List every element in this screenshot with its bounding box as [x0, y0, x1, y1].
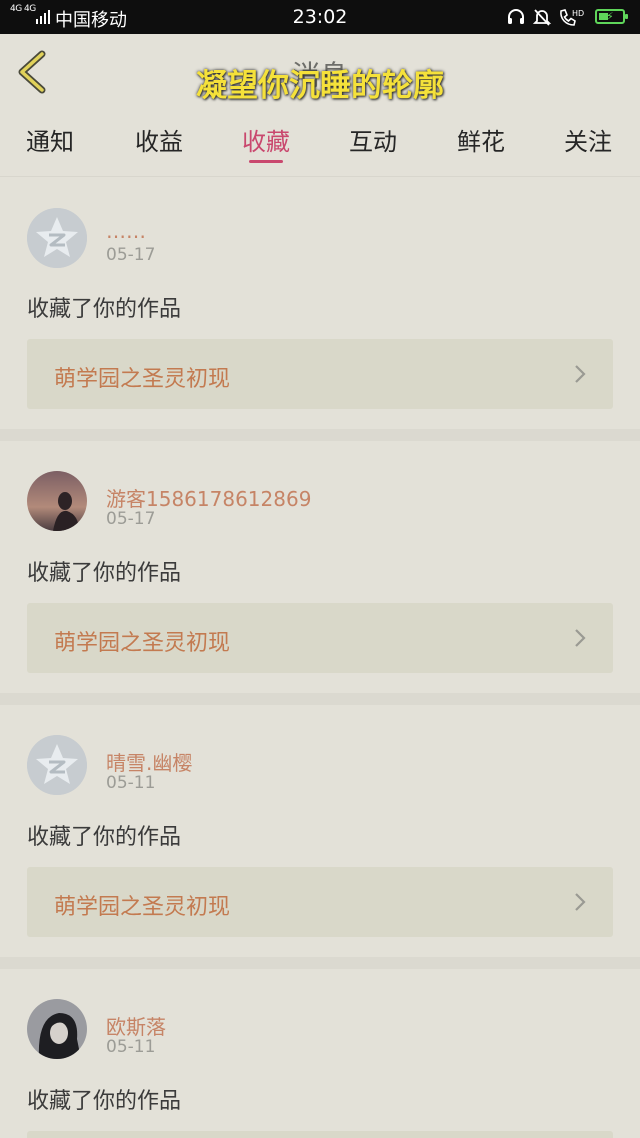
divider [0, 693, 640, 705]
username[interactable]: …… [106, 219, 146, 243]
divider [0, 957, 640, 969]
user-photo [27, 999, 87, 1059]
user-photo [27, 471, 87, 531]
username[interactable]: 欧斯落 [106, 1011, 166, 1040]
timestamp: 05-17 [106, 509, 156, 529]
timestamp: 05-11 [106, 1037, 156, 1057]
work-link[interactable]: 萌学园之圣灵初现 [27, 339, 613, 409]
chevron-right-icon [575, 893, 586, 911]
bell-muted-icon [532, 9, 552, 26]
default-avatar-icon [27, 735, 87, 795]
status-bar: 4G 4G 中国移动 23:02 HD ⚡ [0, 0, 640, 34]
tab-flowers[interactable]: 鲜花 [431, 122, 531, 157]
tab-earnings[interactable]: 收益 [109, 122, 209, 157]
work-title: 萌学园之圣灵初现 [54, 631, 231, 656]
work-link[interactable] [27, 1131, 613, 1138]
action-text: 收藏了你的作品 [27, 297, 182, 322]
video-caption: 凝望你沉睡的轮廓 [196, 68, 444, 104]
avatar[interactable] [27, 471, 87, 531]
tab-notifications[interactable]: 通知 [0, 122, 100, 157]
divider [0, 429, 640, 441]
tab-bar: 通知 收益 收藏 互动 鲜花 关注 [0, 110, 640, 177]
work-title: 萌学园之圣灵初现 [54, 367, 231, 392]
action-text: 收藏了你的作品 [27, 561, 182, 586]
work-link[interactable]: 萌学园之圣灵初现 [27, 603, 613, 673]
headset-icon [508, 9, 524, 24]
list-item: 晴雪.幽樱 05-11 收藏了你的作品 萌学园之圣灵初现 [0, 705, 640, 957]
chevron-right-icon [575, 365, 586, 383]
avatar[interactable] [27, 735, 87, 795]
timestamp: 05-17 [106, 245, 156, 265]
avatar[interactable] [27, 208, 87, 268]
tab-following[interactable]: 关注 [538, 122, 638, 157]
username[interactable]: 游客1586178612869 [106, 483, 311, 512]
tab-favorites[interactable]: 收藏 [216, 122, 316, 157]
active-tab-indicator [249, 160, 283, 163]
chevron-right-icon [575, 629, 586, 647]
avatar[interactable] [27, 999, 87, 1059]
app-screen: 4G 4G 中国移动 23:02 HD ⚡ 消息 凝望你沉睡的轮廓 通知 收益 … [0, 0, 640, 1138]
work-title: 萌学园之圣灵初现 [54, 895, 231, 920]
username[interactable]: 晴雪.幽樱 [106, 747, 192, 776]
battery-charging-icon: ⚡ [595, 9, 628, 24]
tab-interactions[interactable]: 互动 [323, 122, 423, 157]
list-item: 游客1586178612869 05-17 收藏了你的作品 萌学园之圣灵初现 [0, 441, 640, 693]
action-text: 收藏了你的作品 [27, 1089, 182, 1114]
default-avatar-icon [27, 208, 87, 268]
hd-label: HD [572, 9, 584, 18]
list-item: 欧斯落 05-11 收藏了你的作品 [0, 969, 640, 1138]
hd-call-icon: HD [560, 9, 584, 26]
timestamp: 05-11 [106, 773, 156, 793]
list-item: …… 05-17 收藏了你的作品 萌学园之圣灵初现 [0, 177, 640, 429]
action-text: 收藏了你的作品 [27, 825, 182, 850]
work-link[interactable]: 萌学园之圣灵初现 [27, 867, 613, 937]
